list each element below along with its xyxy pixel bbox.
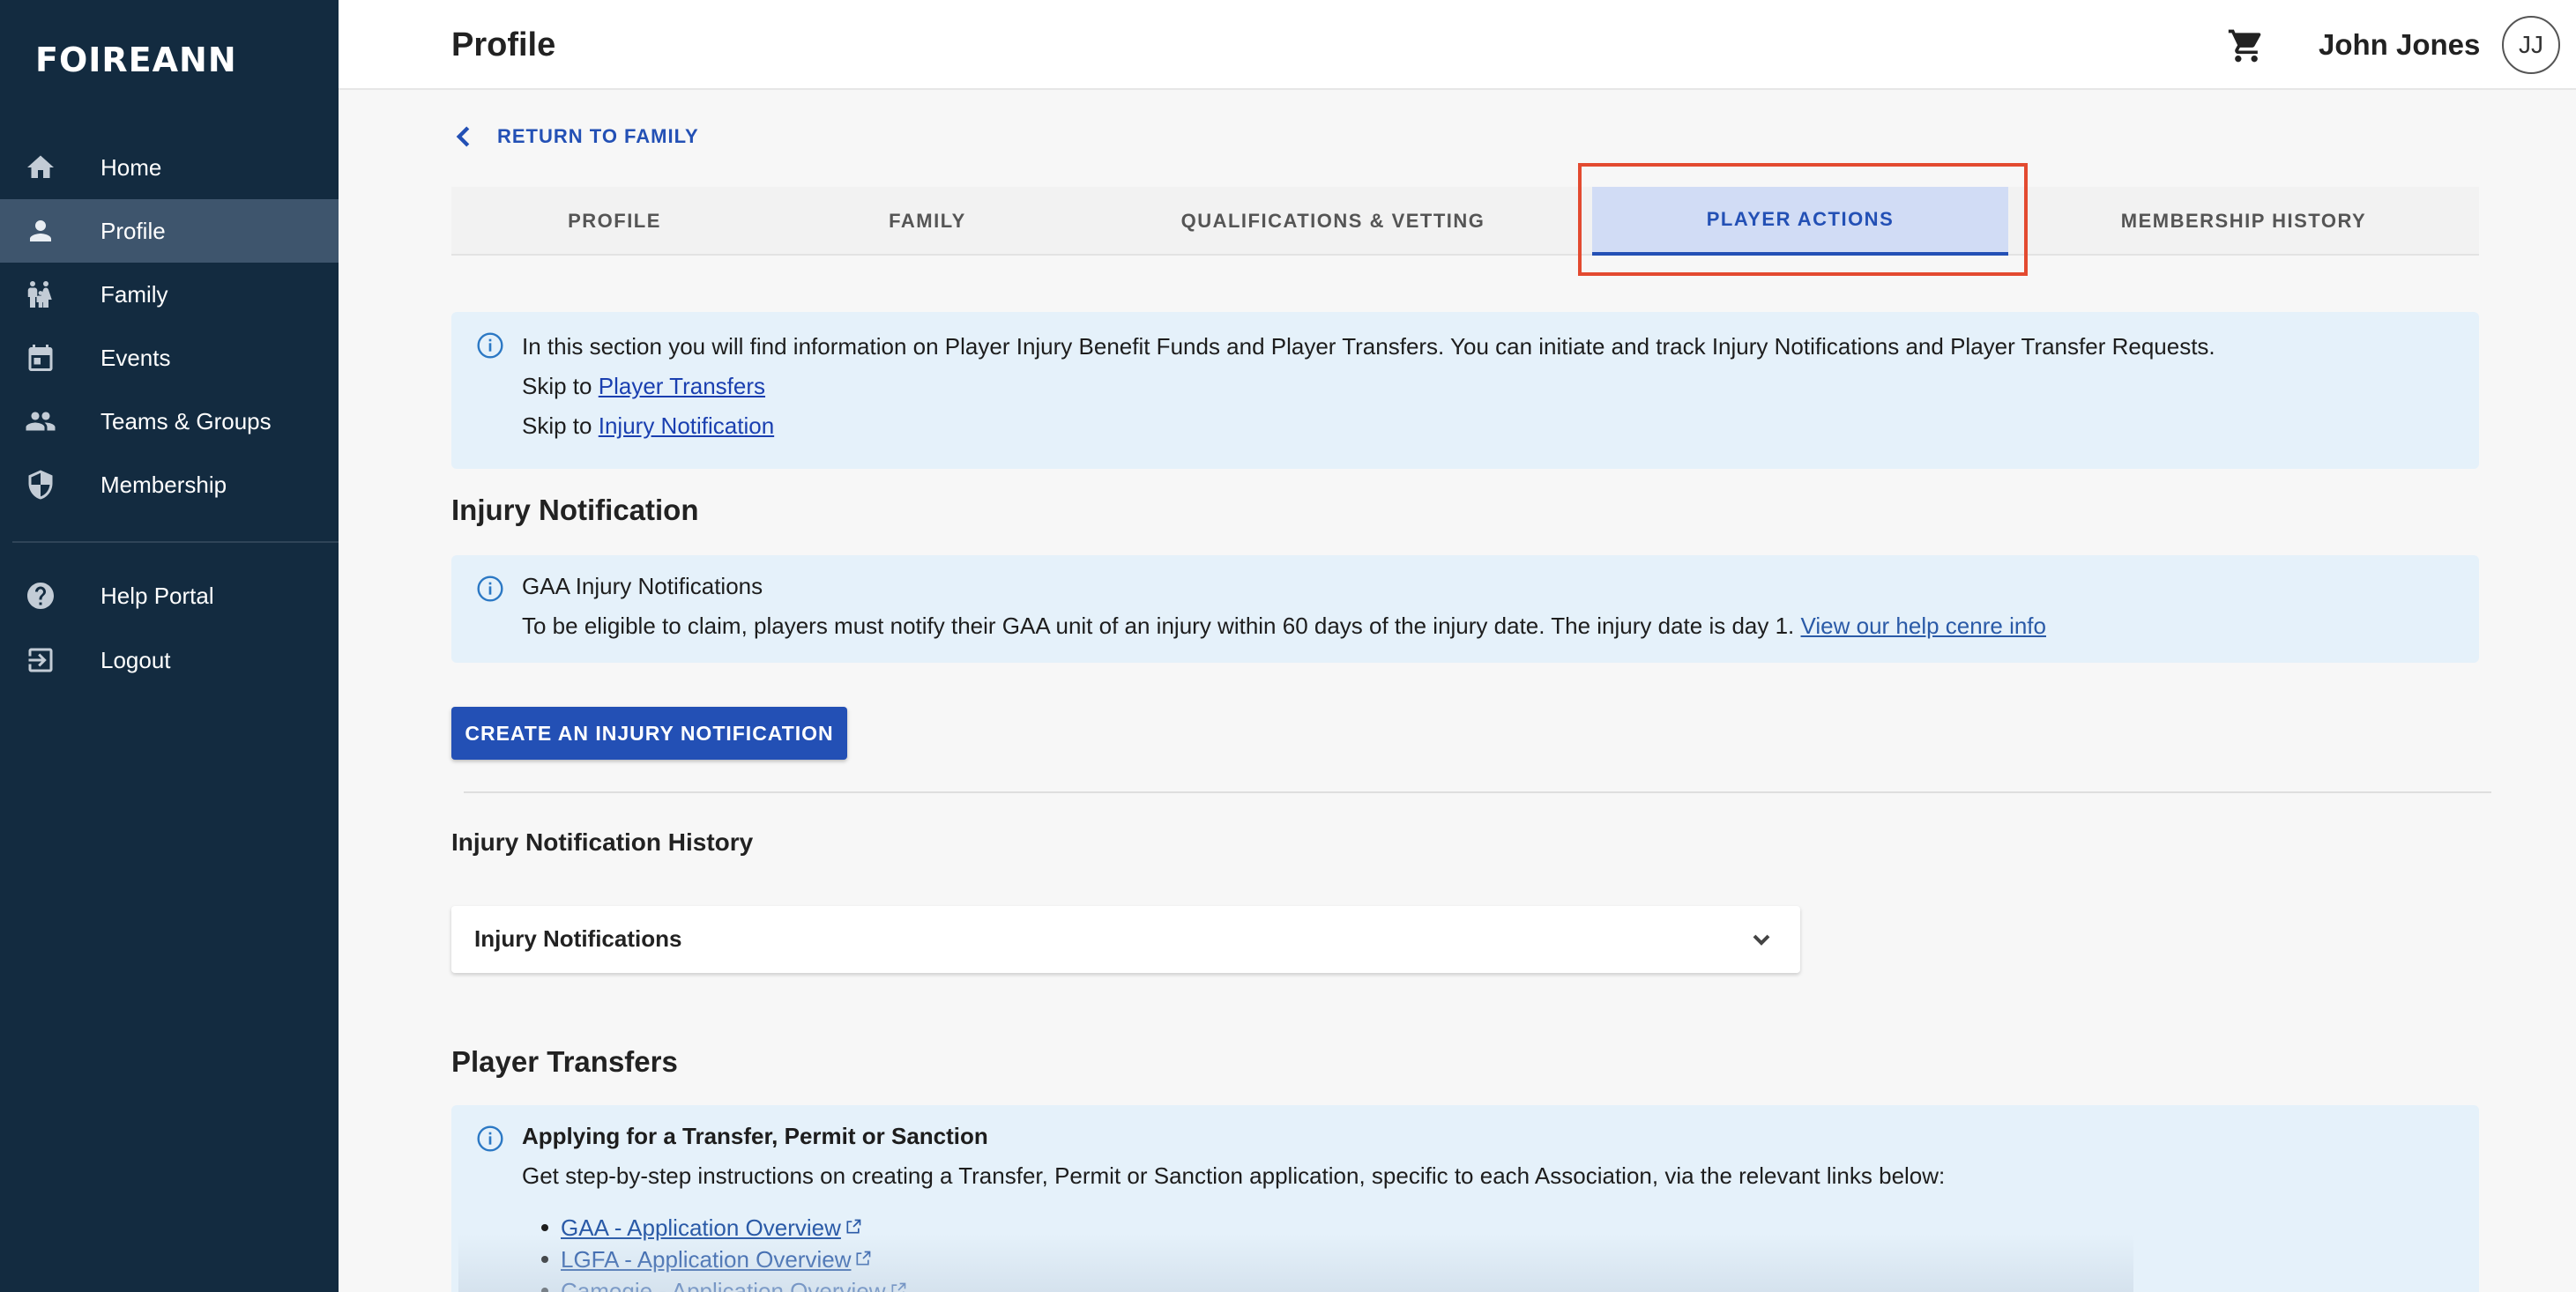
- transfers-info-title: Applying for a Transfer, Permit or Sanct…: [522, 1123, 988, 1149]
- sidebar-item-label: Events: [101, 344, 171, 371]
- sidebar-item-label: Home: [101, 153, 162, 181]
- lgfa-application-overview-link[interactable]: LGFA - Application Overview: [561, 1246, 851, 1273]
- injury-info-text: To be eligible to claim, players must no…: [522, 613, 2046, 640]
- help-centre-link[interactable]: View our help cenre info: [1801, 613, 2046, 639]
- injury-notifications-accordion[interactable]: Injury Notifications: [451, 906, 1800, 973]
- highlight-box: [1578, 163, 2028, 276]
- sidebar-item-help-portal[interactable]: Help Portal: [0, 564, 339, 627]
- page-title: Profile: [451, 26, 556, 63]
- transfers-section-title: Player Transfers: [451, 1045, 678, 1078]
- person-icon: [23, 213, 58, 249]
- external-link-icon: [890, 1278, 907, 1292]
- injury-info-title: GAA Injury Notifications: [522, 573, 763, 599]
- sidebar-item-teams-groups[interactable]: Teams & Groups: [0, 390, 339, 453]
- sidebar-item-family[interactable]: Family: [0, 263, 339, 326]
- intro-info-box: In this section you will find informatio…: [451, 312, 2479, 469]
- create-injury-notification-button[interactable]: CREATE AN INJURY NOTIFICATION: [451, 707, 847, 760]
- family-icon: [23, 277, 58, 312]
- sidebar-item-label: Logout: [101, 646, 171, 673]
- help-icon: [23, 578, 58, 613]
- tab-membership-history[interactable]: MEMBERSHIP HISTORY: [2008, 187, 2479, 256]
- calendar-icon: [23, 340, 58, 375]
- sidebar-item-profile[interactable]: Profile: [0, 199, 339, 263]
- sidebar: FOIREANN Home Profile Family Events Team…: [0, 0, 339, 1292]
- injury-info-box: GAA Injury Notifications To be eligible …: [451, 555, 2479, 663]
- skip-prefix: Skip to: [522, 412, 592, 439]
- top-header: Profile John Jones JJ: [339, 0, 2576, 90]
- info-icon: [476, 575, 504, 603]
- sidebar-item-logout[interactable]: Logout: [0, 628, 339, 692]
- info-icon: [476, 1125, 504, 1153]
- skip-to-transfers: Skip to Player Transfers: [522, 373, 765, 400]
- sidebar-divider: [12, 541, 339, 543]
- return-to-family-link[interactable]: RETURN TO FAMILY: [451, 123, 699, 150]
- cart-icon[interactable]: [2227, 26, 2266, 65]
- skip-to-injury: Skip to Injury Notification: [522, 412, 774, 440]
- list-item: Camogie - Application Overview: [541, 1278, 907, 1292]
- accordion-label: Injury Notifications: [474, 925, 682, 952]
- sidebar-item-events[interactable]: Events: [0, 326, 339, 390]
- intro-text: In this section you will find informatio…: [522, 333, 2215, 360]
- injury-notification-link[interactable]: Injury Notification: [599, 412, 774, 439]
- chevron-left-icon: [456, 126, 470, 147]
- external-link-icon: [854, 1246, 872, 1266]
- list-item: GAA - Application Overview: [541, 1214, 862, 1242]
- shield-icon: [23, 467, 58, 502]
- sidebar-item-label: Profile: [101, 217, 166, 244]
- tab-qualifications-vetting[interactable]: QUALIFICATIONS & VETTING: [1077, 187, 1589, 256]
- list-item: LGFA - Application Overview: [540, 1246, 872, 1273]
- chevron-down-icon: [1753, 934, 1770, 946]
- sidebar-item-label: Family: [101, 280, 168, 308]
- external-link-icon: [845, 1214, 862, 1234]
- transfers-info-text: Get step-by-step instructions on creatin…: [522, 1162, 1946, 1189]
- player-transfers-link[interactable]: Player Transfers: [599, 373, 765, 399]
- injury-info-body: To be eligible to claim, players must no…: [522, 613, 1795, 639]
- return-link-label: RETURN TO FAMILY: [497, 125, 699, 147]
- skip-prefix: Skip to: [522, 373, 592, 399]
- tab-profile[interactable]: PROFILE: [451, 187, 778, 256]
- injury-section-title: Injury Notification: [451, 494, 699, 526]
- sidebar-item-label: Help Portal: [101, 582, 214, 609]
- app-logo[interactable]: FOIREANN: [35, 41, 237, 79]
- group-icon: [23, 404, 58, 439]
- profile-tabs: PROFILE FAMILY QUALIFICATIONS & VETTING …: [451, 187, 2479, 256]
- camogie-application-overview-link[interactable]: Camogie - Application Overview: [561, 1278, 886, 1292]
- info-icon: [476, 331, 504, 360]
- avatar[interactable]: JJ: [2502, 16, 2560, 74]
- logout-icon: [23, 642, 58, 678]
- tab-family[interactable]: FAMILY: [778, 187, 1077, 256]
- injury-history-title: Injury Notification History: [451, 828, 754, 856]
- sidebar-item-label: Membership: [101, 471, 227, 498]
- section-divider: [464, 791, 2491, 793]
- sidebar-item-membership[interactable]: Membership: [0, 453, 339, 516]
- home-icon: [23, 150, 58, 185]
- user-name[interactable]: John Jones: [2319, 28, 2480, 62]
- sidebar-item-label: Teams & Groups: [101, 407, 272, 434]
- sidebar-item-home[interactable]: Home: [0, 136, 339, 199]
- gaa-application-overview-link[interactable]: GAA - Application Overview: [561, 1214, 841, 1241]
